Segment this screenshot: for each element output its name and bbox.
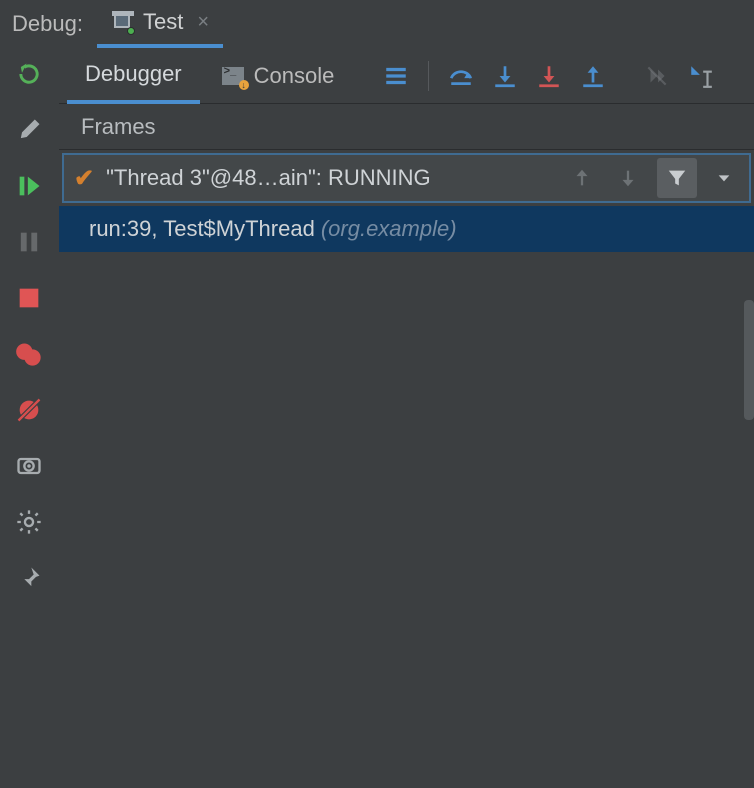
panel-toolbar: Debugger Console (59, 48, 754, 104)
frames-header-label: Frames (81, 114, 156, 140)
toolbar-separator (428, 61, 429, 91)
pin-tab-button[interactable] (13, 562, 45, 594)
stop-button[interactable] (13, 282, 45, 314)
tab-console[interactable]: Console (204, 48, 353, 104)
settings-button[interactable] (13, 506, 45, 538)
run-config-tab[interactable]: Test × (97, 0, 223, 48)
step-into-button[interactable] (485, 56, 525, 96)
next-frame-button[interactable] (611, 161, 645, 195)
thread-name: "Thread 3"@48…ain": RUNNING (106, 165, 431, 191)
debug-vertical-toolbar (0, 48, 58, 788)
view-breakpoints-button[interactable] (13, 338, 45, 370)
threads-view-button[interactable] (376, 56, 416, 96)
application-icon (111, 11, 133, 33)
frames-header: Frames (59, 104, 754, 150)
thread-running-icon: ✔ (74, 164, 94, 193)
scrollbar[interactable] (744, 300, 754, 420)
resume-button[interactable] (13, 170, 45, 202)
modify-run-config-button[interactable] (13, 114, 45, 146)
tab-debugger[interactable]: Debugger (67, 48, 200, 104)
stack-frame-row[interactable]: run:39, Test$MyThread (org.example) (59, 206, 754, 252)
step-out-button[interactable] (573, 56, 613, 96)
debug-window-title: Debug: (12, 0, 97, 48)
mute-breakpoints-button[interactable] (13, 394, 45, 426)
thread-dropdown-button[interactable] (709, 170, 739, 186)
run-to-cursor-button[interactable] (681, 56, 721, 96)
filter-frames-button[interactable] (657, 158, 697, 198)
force-step-into-button[interactable] (529, 56, 569, 96)
pause-button[interactable] (13, 226, 45, 258)
thread-selector[interactable]: ✔ "Thread 3"@48…ain": RUNNING (62, 153, 751, 203)
prev-frame-button[interactable] (565, 161, 599, 195)
get-thread-dump-button[interactable] (13, 450, 45, 482)
drop-frame-button[interactable] (637, 56, 677, 96)
close-tab-icon[interactable]: × (193, 11, 209, 34)
console-icon (222, 67, 244, 85)
main-area: Debugger Console (0, 48, 754, 788)
tab-debugger-label: Debugger (85, 61, 182, 87)
rerun-button[interactable] (13, 58, 45, 90)
titlebar: Debug: Test × (0, 0, 754, 48)
debugger-panel: Debugger Console (58, 48, 754, 788)
run-config-name: Test (143, 9, 183, 35)
frame-package: (org.example) (321, 216, 457, 242)
step-over-button[interactable] (441, 56, 481, 96)
frame-method: run:39, Test$MyThread (89, 216, 315, 242)
tab-console-label: Console (254, 63, 335, 89)
